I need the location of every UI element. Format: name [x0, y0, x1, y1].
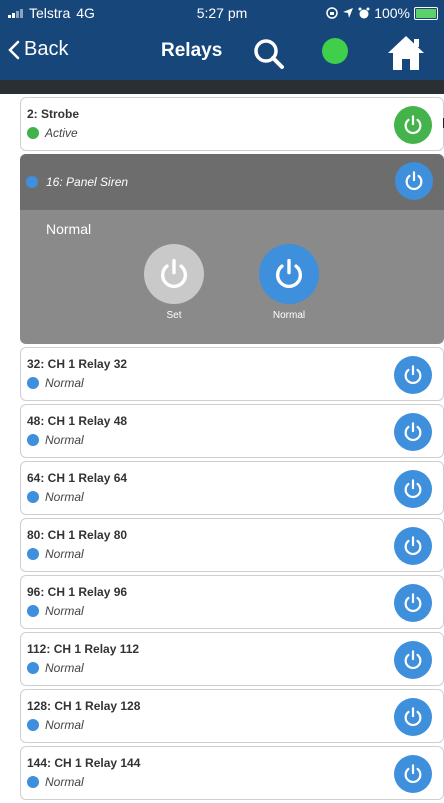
power-icon [404, 422, 422, 442]
set-option: Set [144, 244, 204, 321]
relay-state: Normal [27, 604, 84, 618]
power-button[interactable] [394, 106, 432, 144]
relay-name: 16: Panel Siren [46, 175, 129, 189]
relay-state-label: Normal [45, 661, 84, 675]
power-icon [404, 707, 422, 727]
set-button[interactable] [144, 244, 204, 304]
relay-name: 80: CH 1 Relay 80 [27, 528, 128, 542]
status-dot [27, 605, 39, 617]
battery-icon [414, 6, 438, 20]
power-icon [404, 365, 422, 385]
normal-button[interactable] [259, 244, 319, 304]
power-button[interactable] [394, 413, 432, 451]
set-label: Set [166, 310, 182, 321]
search-icon [254, 39, 284, 69]
relay-state-label: Normal [45, 775, 84, 789]
relay-row-48[interactable]: 48: CH 1 Relay 48 Normal [20, 404, 444, 458]
relay-name: 128: CH 1 Relay 128 [27, 699, 141, 713]
relay-name: 32: CH 1 Relay 32 [27, 357, 128, 371]
location-icon [343, 8, 354, 18]
relay-name: 48: CH 1 Relay 48 [27, 414, 128, 428]
relay-row-96[interactable]: 96: CH 1 Relay 96 Normal [20, 575, 444, 629]
power-icon [404, 479, 422, 499]
relay-state: Active [27, 126, 78, 140]
status-dot [27, 434, 39, 446]
relay-state: Normal [27, 718, 84, 732]
status-dot [27, 127, 39, 139]
status-dot [27, 719, 39, 731]
relay-row-112[interactable]: 112: CH 1 Relay 112 Normal [20, 632, 444, 686]
relay-name: 112: CH 1 Relay 112 [27, 642, 140, 656]
power-button[interactable] [394, 356, 432, 394]
current-state-label: Normal [46, 221, 92, 237]
power-button[interactable] [394, 470, 432, 508]
expanded-header[interactable]: 16: Panel Siren [20, 154, 444, 210]
status-dot [27, 377, 39, 389]
power-button[interactable] [394, 584, 432, 622]
relay-state-label: Normal [45, 604, 84, 618]
relay-state-label: Normal [45, 490, 84, 504]
power-icon [161, 258, 187, 289]
relay-state: Normal [27, 433, 84, 447]
orientation-lock-icon [326, 7, 338, 19]
status-bar: Telstra 4G 5:27 pm 100% [0, 0, 444, 26]
relay-name: 2: Strobe [27, 107, 80, 121]
relay-row-64[interactable]: 64: CH 1 Relay 64 Normal [20, 461, 444, 515]
relay-state-label: Active [45, 126, 78, 140]
nav-bar: Back Relays [0, 26, 444, 80]
relay-name: 64: CH 1 Relay 64 [27, 471, 128, 485]
normal-option: Normal [259, 244, 319, 321]
relay-state-label: Normal [45, 433, 84, 447]
power-icon [404, 593, 422, 613]
normal-label: Normal [272, 310, 306, 321]
page-title: Relays [161, 40, 223, 61]
search-button[interactable] [251, 36, 285, 70]
power-button[interactable] [394, 698, 432, 736]
relay-row-2[interactable]: 2: Strobe Active [20, 97, 444, 151]
power-button[interactable] [394, 755, 432, 793]
power-button[interactable] [394, 527, 432, 565]
relay-state-label: Normal [45, 547, 84, 561]
relay-row-80[interactable]: 80: CH 1 Relay 80 Normal [20, 518, 444, 572]
relay-row-128[interactable]: 128: CH 1 Relay 128 Normal [20, 689, 444, 743]
back-label: Back [24, 38, 69, 60]
status-dot [26, 176, 38, 188]
relay-name: 96: CH 1 Relay 96 [27, 585, 128, 599]
nav-divider [0, 80, 444, 94]
power-icon [404, 115, 422, 135]
relay-list: 2: Strobe Active 16: Panel Siren Normal … [20, 97, 444, 803]
home-button[interactable] [386, 34, 426, 72]
relay-state: Normal [27, 490, 84, 504]
relay-state: Normal [27, 547, 84, 561]
status-dot [27, 548, 39, 560]
power-button[interactable] [394, 641, 432, 679]
home-icon [388, 36, 424, 70]
relay-state: 16: Panel Siren [26, 175, 128, 189]
power-icon [405, 171, 423, 191]
relay-row-16-expanded: 16: Panel Siren Normal Set Normal [20, 154, 444, 344]
power-icon [404, 764, 422, 784]
relay-state-label: Normal [45, 376, 84, 390]
relay-name: 144: CH 1 Relay 144 [27, 756, 141, 770]
relay-state-label: Normal [45, 718, 84, 732]
relay-state: Normal [27, 661, 84, 675]
battery-percent: 100% [374, 5, 410, 21]
power-icon [404, 536, 422, 556]
connection-status-indicator [322, 38, 348, 64]
relay-state: Normal [27, 376, 84, 390]
power-icon [276, 258, 302, 289]
status-dot [27, 662, 39, 674]
relay-row-144[interactable]: 144: CH 1 Relay 144 Normal [20, 746, 444, 800]
status-right: 100% [326, 5, 438, 21]
alarm-icon [358, 7, 370, 19]
relay-state: Normal [27, 775, 84, 789]
status-dot [27, 776, 39, 788]
relay-row-32[interactable]: 32: CH 1 Relay 32 Normal [20, 347, 444, 401]
power-icon [404, 650, 422, 670]
back-button[interactable]: Back [8, 38, 68, 61]
chevron-left-icon [8, 40, 20, 59]
power-button[interactable] [395, 162, 433, 200]
status-dot [27, 491, 39, 503]
